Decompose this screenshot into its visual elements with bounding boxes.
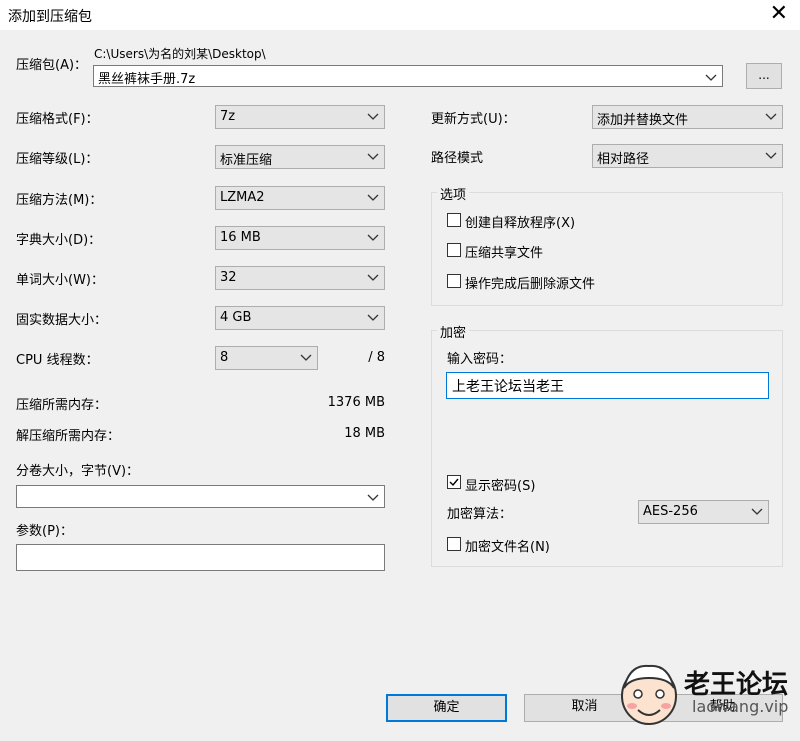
archive-name: 黑丝裤袜手册.7z <box>98 72 196 87</box>
solid-value: 4 GB <box>220 310 252 325</box>
title-bar: 添加到压缩包 ✕ <box>0 0 800 30</box>
chevron-down-icon <box>367 153 379 160</box>
watermark-text: 老王论坛 <box>684 670 789 700</box>
enc-method-value: AES-256 <box>643 504 698 519</box>
checkmark-icon <box>449 478 459 487</box>
enc-method-select[interactable]: AES-256 <box>638 500 769 524</box>
watermark: 老王论坛 laowang.vip <box>612 652 800 741</box>
chevron-down-icon <box>367 234 379 241</box>
close-icon[interactable]: ✕ <box>770 2 788 26</box>
solid-select[interactable]: 4 GB <box>215 306 385 330</box>
chevron-down-icon <box>367 194 379 201</box>
sfx-label[interactable]: 创建自释放程序(X) <box>465 212 575 231</box>
pathmode-select[interactable]: 相对路径 <box>592 144 783 168</box>
show-password-checkbox[interactable] <box>447 475 461 489</box>
chevron-down-icon <box>751 508 763 515</box>
archive-label: 压缩包(A)： <box>16 58 88 73</box>
ok-button[interactable]: 确定 <box>386 694 507 722</box>
shared-checkbox[interactable] <box>447 243 461 257</box>
method-select[interactable]: LZMA2 <box>215 186 385 210</box>
encryption-title: 加密 <box>437 322 470 341</box>
volume-label: 分卷大小，字节(V)： <box>16 464 140 479</box>
update-label: 更新方式(U)： <box>431 112 516 127</box>
mem-compress-value: 1376 MB <box>327 395 385 410</box>
chevron-down-icon <box>765 113 777 120</box>
word-select[interactable]: 32 <box>215 266 385 290</box>
chevron-down-icon <box>367 113 379 120</box>
options-title: 选项 <box>437 184 470 203</box>
dict-select[interactable]: 16 MB <box>215 226 385 250</box>
update-value: 添加并替换文件 <box>597 113 689 128</box>
cpu-select[interactable]: 8 <box>215 346 318 370</box>
method-label: 压缩方法(M)： <box>16 193 103 208</box>
enc-method-label: 加密算法： <box>447 507 513 522</box>
volume-combo[interactable] <box>16 485 385 508</box>
old-man-face-icon <box>621 664 677 725</box>
word-label: 单词大小(W)： <box>16 273 104 288</box>
dict-label: 字典大小(D)： <box>16 233 102 248</box>
pathmode-value: 相对路径 <box>597 152 650 167</box>
chevron-down-icon <box>300 354 312 361</box>
delete-checkbox[interactable] <box>447 274 461 288</box>
mem-decompress-value: 18 MB <box>344 426 385 441</box>
shared-label[interactable]: 压缩共享文件 <box>465 242 543 261</box>
mem-compress-label: 压缩所需内存： <box>16 398 108 413</box>
window-title: 添加到压缩包 <box>8 9 92 25</box>
pathmode-label: 路径模式 <box>431 151 484 166</box>
chevron-down-icon <box>367 274 379 281</box>
password-value: 上老王论坛当老王 <box>452 379 564 395</box>
params-input[interactable] <box>16 544 385 571</box>
mem-decompress-label: 解压缩所需内存： <box>16 429 121 444</box>
encrypt-names-checkbox[interactable] <box>447 537 461 551</box>
chevron-down-icon <box>705 74 717 81</box>
level-label: 压缩等级(L)： <box>16 152 99 167</box>
password-label: 输入密码： <box>447 352 513 367</box>
params-label: 参数(P)： <box>16 524 73 539</box>
format-value: 7z <box>220 109 236 124</box>
cpu-value: 8 <box>220 350 229 365</box>
watermark-url: laowang.vip <box>692 697 789 716</box>
show-password-label[interactable]: 显示密码(S) <box>465 475 535 494</box>
archive-path: C:\Users\为名的刘某\Desktop\ <box>94 47 266 61</box>
sfx-checkbox[interactable] <box>447 213 461 227</box>
level-value: 标准压缩 <box>220 153 273 168</box>
update-select[interactable]: 添加并替换文件 <box>592 105 783 129</box>
chevron-down-icon <box>367 494 379 501</box>
password-input[interactable]: 上老王论坛当老王 <box>446 372 769 399</box>
archive-name-combo[interactable]: 黑丝裤袜手册.7z <box>93 65 723 87</box>
solid-label: 固实数据大小： <box>16 313 108 328</box>
format-label: 压缩格式(F)： <box>16 112 99 127</box>
delete-label[interactable]: 操作完成后删除源文件 <box>465 273 595 292</box>
browse-button[interactable]: ... <box>746 63 782 89</box>
chevron-down-icon <box>765 152 777 159</box>
format-select[interactable]: 7z <box>215 105 385 129</box>
encrypt-names-label[interactable]: 加密文件名(N) <box>465 536 550 555</box>
level-select[interactable]: 标准压缩 <box>215 145 385 169</box>
chevron-down-icon <box>367 314 379 321</box>
cpu-total: / 8 <box>368 350 385 365</box>
dict-value: 16 MB <box>220 230 261 245</box>
cpu-label: CPU 线程数： <box>16 353 99 368</box>
word-value: 32 <box>220 270 237 285</box>
method-value: LZMA2 <box>220 190 265 205</box>
